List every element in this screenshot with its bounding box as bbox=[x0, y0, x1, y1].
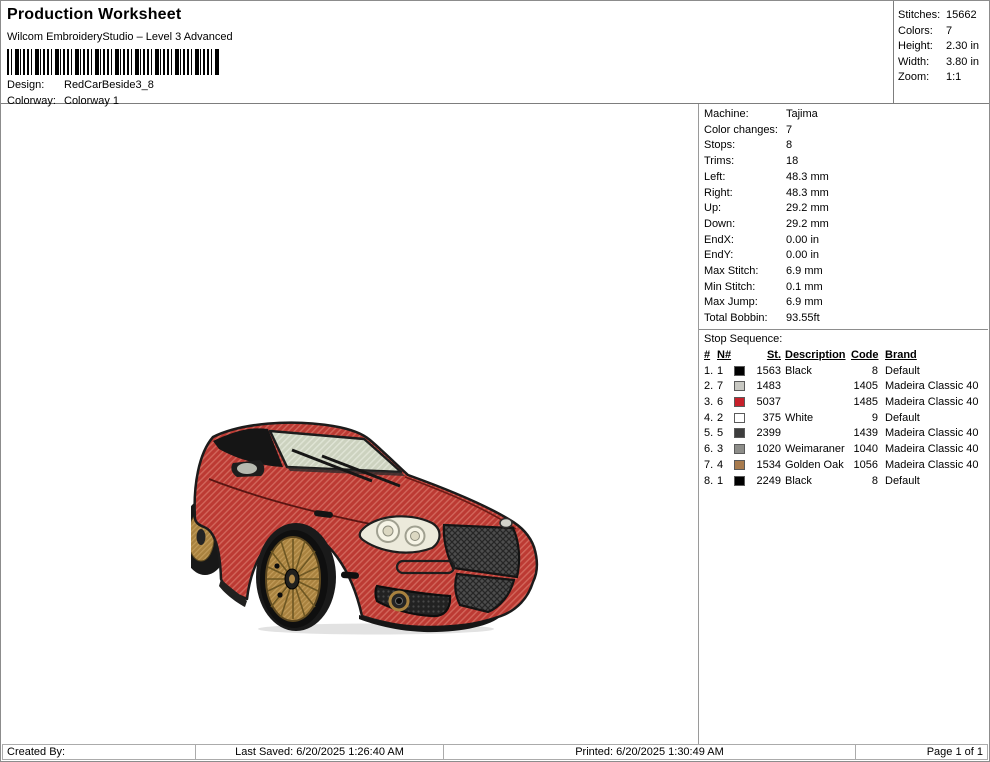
stop-sequence-row: 1.1 1563Black 8Default bbox=[699, 363, 988, 379]
summary-row-height: Height:2.30 in bbox=[898, 39, 986, 55]
footer: Created By: Last Saved: 6/20/2025 1:26:4… bbox=[2, 744, 988, 760]
machine-row: Right:48.3 mm bbox=[704, 186, 988, 202]
design-value: RedCarBeside3_8 bbox=[64, 79, 154, 91]
stop-sequence-row: 8.1 2249Black 8Default bbox=[699, 473, 988, 489]
design-label: Design: bbox=[7, 78, 64, 94]
machine-row: Left:48.3 mm bbox=[704, 170, 988, 186]
car-grille bbox=[444, 525, 519, 577]
machine-row: Color changes:7 bbox=[704, 123, 988, 139]
stop-sequence-row: 2.7 1483 1405Madeira Classic 40 bbox=[699, 379, 988, 395]
design-field: Design:RedCarBeside3_8 bbox=[7, 78, 687, 94]
machine-panel: Machine:Tajima Color changes:7 Stops:8 T… bbox=[699, 104, 988, 488]
machine-row: EndY:0.00 in bbox=[704, 248, 988, 264]
machine-row: Trims:18 bbox=[704, 154, 988, 170]
thread-color-swatch bbox=[734, 460, 745, 470]
thread-color-swatch bbox=[734, 413, 745, 423]
header-stats-divider bbox=[893, 1, 894, 104]
machine-row: EndX:0.00 in bbox=[704, 233, 988, 249]
app-subtitle: Wilcom EmbroideryStudio – Level 3 Advanc… bbox=[7, 30, 687, 44]
production-worksheet-page: Production Worksheet Wilcom EmbroiderySt… bbox=[0, 0, 990, 762]
header: Production Worksheet Wilcom EmbroiderySt… bbox=[7, 4, 687, 109]
summary-row-width: Width:3.80 in bbox=[898, 55, 986, 71]
machine-row: Min Stitch:0.1 mm bbox=[704, 280, 988, 296]
page-title: Production Worksheet bbox=[7, 4, 687, 25]
stop-sequence-row: 6.3 1020Weimaraner 1040Madeira Classic 4… bbox=[699, 441, 988, 457]
machine-row: Max Jump:6.9 mm bbox=[704, 295, 988, 311]
design-preview bbox=[191, 419, 541, 642]
design-preview-area bbox=[2, 104, 698, 744]
stop-sequence-row: 4.2 375White 9Default bbox=[699, 410, 988, 426]
machine-row: Stops:8 bbox=[704, 138, 988, 154]
summary-row-colors: Colors:7 bbox=[898, 24, 986, 40]
footer-last-saved: Last Saved: 6/20/2025 1:26:40 AM bbox=[195, 744, 444, 760]
stop-sequence-row: 7.4 1534Golden Oak 1056Madeira Classic 4… bbox=[699, 457, 988, 473]
summary-box: Stitches:15662 Colors:7 Height:2.30 in W… bbox=[898, 8, 986, 86]
machine-row: Max Stitch:6.9 mm bbox=[704, 264, 988, 280]
red-car-embroidery-image bbox=[191, 419, 541, 637]
thread-color-swatch bbox=[734, 428, 745, 438]
thread-color-swatch bbox=[734, 397, 745, 407]
summary-row-zoom: Zoom:1:1 bbox=[898, 70, 986, 86]
car-side-marker bbox=[341, 571, 359, 579]
car-front-wheel bbox=[256, 523, 336, 631]
footer-created-by: Created By: bbox=[2, 744, 196, 760]
machine-row: Up:29.2 mm bbox=[704, 201, 988, 217]
machine-row: Down:29.2 mm bbox=[704, 217, 988, 233]
footer-printed: Printed: 6/20/2025 1:30:49 AM bbox=[443, 744, 856, 760]
thread-color-swatch bbox=[734, 444, 745, 454]
machine-info-list: Machine:Tajima Color changes:7 Stops:8 T… bbox=[699, 104, 988, 330]
summary-row-stitches: Stitches:15662 bbox=[898, 8, 986, 24]
stop-sequence-title: Stop Sequence: bbox=[699, 330, 988, 347]
thread-color-swatch bbox=[734, 366, 745, 376]
thread-color-swatch bbox=[734, 381, 745, 391]
machine-row: Machine:Tajima bbox=[704, 107, 988, 123]
barcode-icon bbox=[7, 49, 219, 75]
machine-row: Total Bobbin:93.55ft bbox=[704, 311, 988, 327]
stop-sequence-row: 3.6 5037 1485Madeira Classic 40 bbox=[699, 394, 988, 410]
stop-sequence-row: 5.5 2399 1439Madeira Classic 40 bbox=[699, 426, 988, 442]
footer-page-number: Page 1 of 1 bbox=[855, 744, 988, 760]
stop-sequence-header: # N# St. Description Code Brand bbox=[699, 347, 988, 363]
thread-color-swatch bbox=[734, 476, 745, 486]
car-badge bbox=[500, 519, 512, 528]
